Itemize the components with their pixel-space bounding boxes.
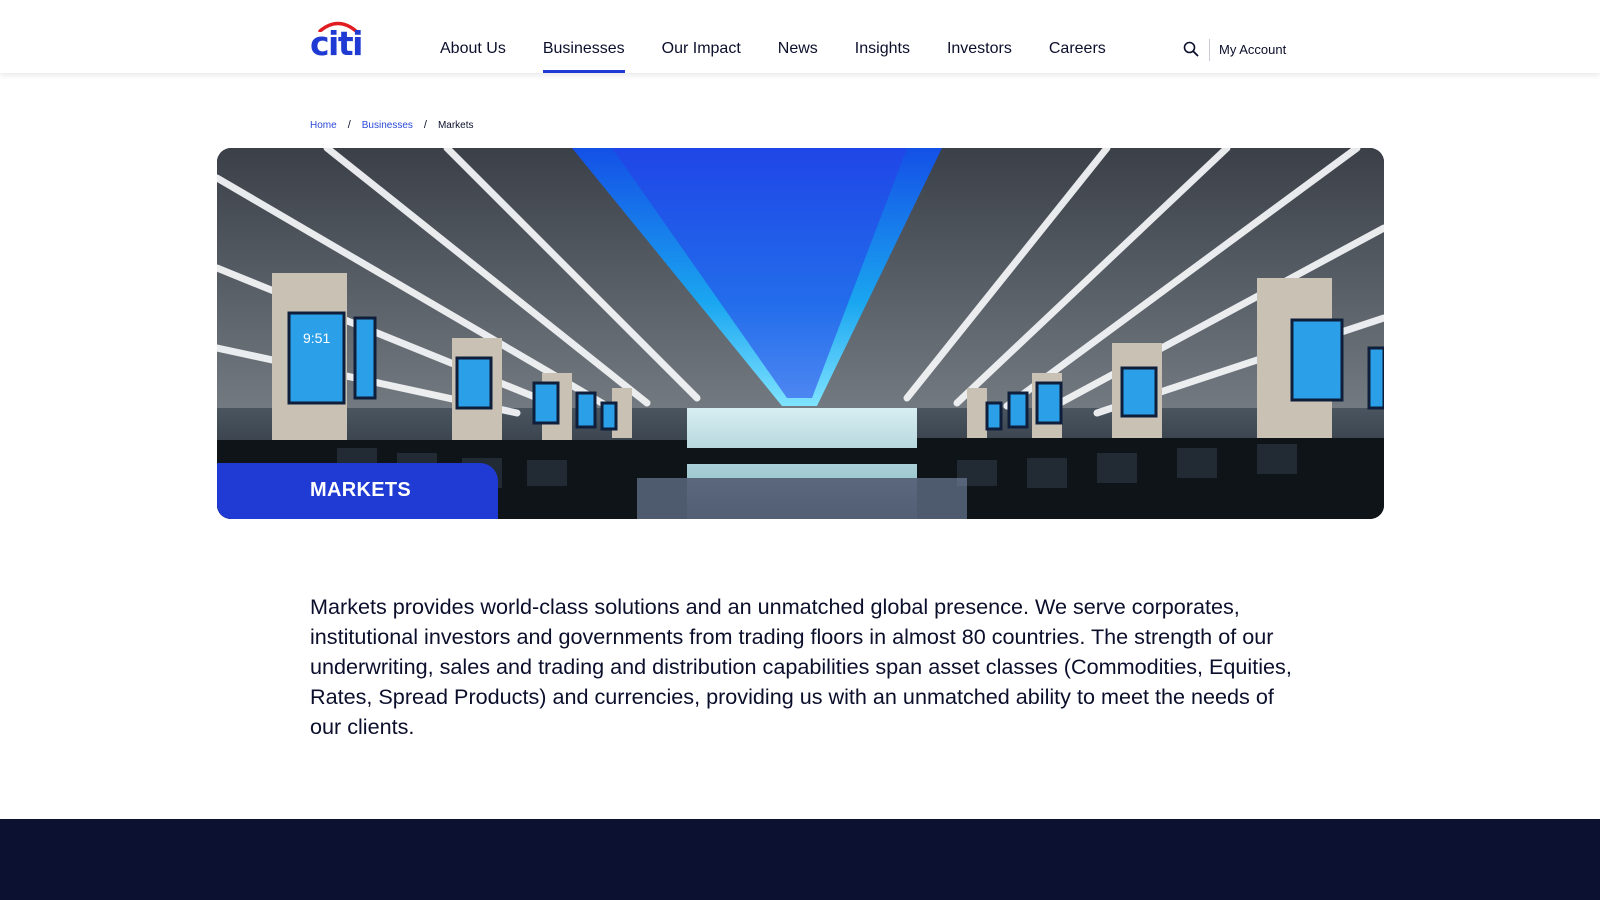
hero-label-tab: MARKETS: [217, 463, 498, 519]
markets-description: Markets provides world-class solutions a…: [310, 594, 1292, 739]
nav-item-about-us[interactable]: About Us: [440, 0, 506, 73]
citi-logo[interactable]: citi: [310, 20, 366, 60]
main-nav: About Us Businesses Our Impact News Insi…: [440, 0, 1106, 73]
breadcrumb: Home / Businesses / Markets: [310, 119, 474, 131]
footer-band: [0, 819, 1600, 900]
nav-item-insights[interactable]: Insights: [855, 0, 910, 73]
search-icon[interactable]: [1183, 41, 1199, 57]
nav-item-our-impact[interactable]: Our Impact: [662, 0, 741, 73]
nav-item-news[interactable]: News: [778, 0, 818, 73]
breadcrumb-separator: /: [347, 119, 351, 131]
nav-item-investors[interactable]: Investors: [947, 0, 1012, 73]
breadcrumb-separator: /: [423, 119, 427, 131]
header-divider: [1209, 39, 1210, 61]
logo-wordmark: citi: [310, 24, 363, 63]
site-header: citi About Us Businesses Our Impact News…: [0, 0, 1600, 73]
breadcrumb-current: Markets: [437, 119, 474, 131]
hero-title: MARKETS: [310, 479, 411, 501]
breadcrumb-home-link[interactable]: Home: [310, 120, 337, 131]
screen-clock-text: 9:51: [303, 330, 330, 346]
my-account-link[interactable]: My Account: [1219, 42, 1286, 57]
hero-banner: 9:51 MARKETS: [217, 148, 1384, 519]
breadcrumb-businesses-link[interactable]: Businesses: [362, 120, 413, 131]
nav-item-businesses[interactable]: Businesses: [542, 0, 625, 73]
nav-item-careers[interactable]: Careers: [1049, 0, 1106, 73]
